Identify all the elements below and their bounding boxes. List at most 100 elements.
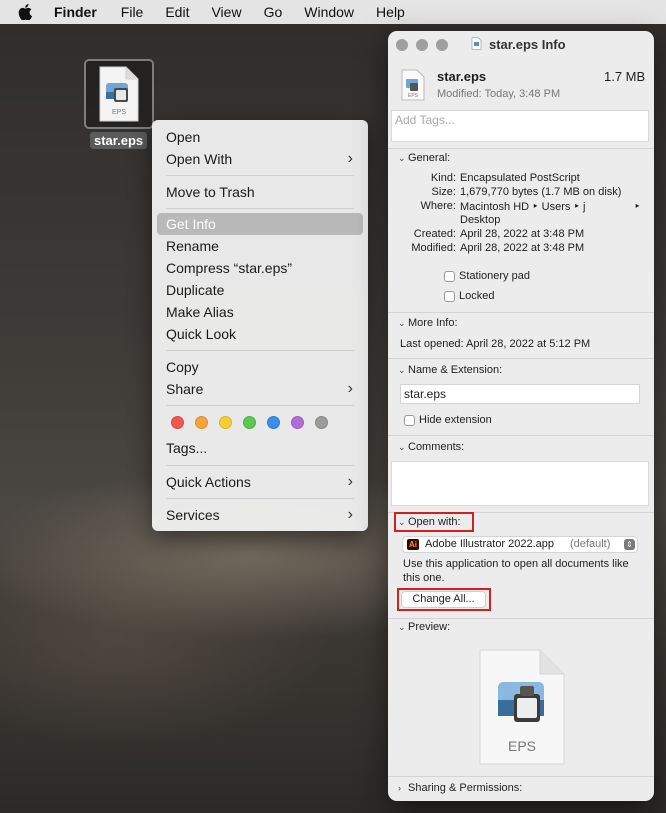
menu-item-get-info[interactable]: Get Info	[157, 213, 363, 235]
desktop-file-icon[interactable]: EPS	[84, 59, 154, 129]
name-input[interactable]: star.eps	[400, 384, 640, 404]
submenu-chevron-icon: ›	[347, 506, 353, 523]
change-all-label: Change All...	[412, 593, 475, 605]
hide-extension-label: Hide extension	[419, 414, 492, 426]
menu-item-rename-label: Rename	[166, 238, 219, 254]
section-sharing-toggle[interactable]: › Sharing & Permissions:	[398, 782, 522, 794]
tag-color-dot[interactable]	[267, 416, 280, 429]
context-menu: Open Open With › Move to Trash Get Info R…	[152, 120, 368, 531]
menu-view[interactable]: View	[211, 4, 241, 20]
menu-bar: Finder File Edit View Go Window Help	[0, 0, 666, 24]
disclosure-open-icon: ⌄	[398, 442, 406, 452]
section-more-info-toggle[interactable]: ⌄ More Info:	[398, 317, 458, 329]
close-button[interactable]	[396, 39, 408, 51]
tags-field[interactable]: Add Tags...	[391, 110, 649, 142]
tag-color-dot[interactable]	[291, 416, 304, 429]
menu-item-open-with[interactable]: Open With ›	[157, 148, 363, 170]
submenu-chevron-icon: ›	[347, 380, 353, 397]
menu-item-make-alias[interactable]: Make Alias	[157, 301, 363, 323]
where-label: Where:	[420, 200, 456, 212]
menu-item-services-label: Services	[166, 507, 220, 523]
name-input-value: star.eps	[404, 387, 447, 401]
tag-color-dot[interactable]	[171, 416, 184, 429]
modified-value: April 28, 2022 at 3:48 PM	[460, 242, 585, 254]
section-more-info-title: More Info:	[408, 317, 458, 329]
divider	[388, 435, 654, 436]
menu-item-make-alias-label: Make Alias	[166, 304, 234, 320]
open-with-app-name: Adobe Illustrator 2022.app	[425, 538, 555, 550]
menu-item-copy-label: Copy	[166, 359, 199, 375]
file-icon: EPS	[400, 69, 426, 101]
file-name: star.eps	[437, 69, 487, 84]
disclosure-open-icon: ⌄	[398, 153, 406, 163]
menu-help[interactable]: Help	[376, 4, 405, 20]
disclosure-open-icon: ⌄	[398, 622, 406, 632]
svg-text:EPS: EPS	[408, 93, 419, 99]
open-with-description: Use this application to open all documen…	[403, 558, 629, 584]
window-title: star.eps Info	[489, 37, 566, 52]
menu-item-open[interactable]: Open	[157, 126, 363, 148]
hide-extension-checkbox[interactable]	[404, 415, 415, 426]
size-value: 1,679,770 bytes (1.7 MB on disk)	[460, 186, 622, 198]
menu-edit[interactable]: Edit	[165, 4, 189, 20]
menu-item-rename[interactable]: Rename	[157, 235, 363, 257]
kind-value: Encapsulated PostScript	[460, 172, 580, 184]
menu-item-share-label: Share	[166, 381, 204, 397]
menu-item-copy[interactable]: Copy	[157, 356, 363, 378]
where-value-continued: Desktop	[460, 214, 501, 226]
section-preview-title: Preview:	[408, 621, 451, 633]
tag-color-dot[interactable]	[219, 416, 232, 429]
menu-item-duplicate-label: Duplicate	[166, 282, 225, 298]
created-value: April 28, 2022 at 3:48 PM	[460, 228, 585, 240]
menu-separator	[166, 208, 354, 209]
popup-stepper-icon: ⇕	[624, 539, 635, 550]
tag-color-dot[interactable]	[315, 416, 328, 429]
menu-item-tags[interactable]: Tags...	[157, 437, 363, 459]
menu-window[interactable]: Window	[304, 4, 354, 20]
menu-item-quick-actions[interactable]: Quick Actions ›	[157, 471, 363, 493]
menu-item-services[interactable]: Services ›	[157, 504, 363, 526]
menu-separator	[166, 465, 354, 466]
menu-item-compress[interactable]: Compress “star.eps”	[157, 257, 363, 279]
zoom-button[interactable]	[436, 39, 448, 51]
locked-label: Locked	[459, 290, 495, 302]
locked-checkbox[interactable]	[444, 291, 455, 302]
menu-item-tags-label: Tags...	[166, 440, 208, 456]
title-file-icon	[471, 37, 482, 50]
preview-badge: EPS	[508, 738, 536, 754]
general-details: Kind: Encapsulated PostScript Size: 1,67…	[388, 172, 654, 282]
menu-item-duplicate[interactable]: Duplicate	[157, 279, 363, 301]
where-value: Macintosh HD ‣ Users ‣ j	[460, 201, 586, 213]
menu-item-move-to-trash[interactable]: Move to Trash	[157, 181, 363, 203]
section-preview-toggle[interactable]: ⌄ Preview:	[398, 621, 450, 633]
menu-item-quick-look[interactable]: Quick Look	[157, 323, 363, 345]
menu-file[interactable]: File	[121, 4, 144, 20]
divider	[388, 776, 654, 777]
open-with-popup[interactable]: Ai Adobe Illustrator 2022.app (default) …	[402, 536, 638, 553]
minimize-button[interactable]	[416, 39, 428, 51]
file-size: 1.7 MB	[604, 69, 646, 84]
tag-color-dot[interactable]	[243, 416, 256, 429]
menu-finder[interactable]: Finder	[54, 4, 97, 20]
desktop-file-label[interactable]: star.eps	[90, 132, 148, 149]
menu-item-quick-look-label: Quick Look	[166, 326, 237, 342]
section-general-title: General:	[408, 152, 451, 164]
comments-textarea[interactable]	[391, 461, 649, 506]
menu-item-open-label: Open	[166, 129, 201, 145]
divider	[388, 358, 654, 359]
menu-go[interactable]: Go	[264, 4, 283, 20]
section-name-extension-title: Name & Extension:	[408, 364, 503, 376]
tag-color-dot[interactable]	[195, 416, 208, 429]
disclosure-open-icon: ⌄	[398, 365, 406, 375]
desktop-icon-badge: EPS	[112, 109, 126, 116]
apple-menu-icon[interactable]	[18, 3, 36, 21]
section-name-extension-toggle[interactable]: ⌄ Name & Extension:	[398, 364, 502, 376]
section-comments-toggle[interactable]: ⌄ Comments:	[398, 441, 464, 453]
menu-separator	[166, 498, 354, 499]
section-general-toggle[interactable]: ⌄ General:	[398, 152, 450, 164]
stationery-pad-checkbox[interactable]	[444, 271, 455, 282]
change-all-button[interactable]: Change All...	[401, 591, 486, 608]
menu-item-share[interactable]: Share ›	[157, 378, 363, 400]
menu-separator	[166, 405, 354, 406]
stationery-pad-label: Stationery pad	[459, 270, 530, 282]
